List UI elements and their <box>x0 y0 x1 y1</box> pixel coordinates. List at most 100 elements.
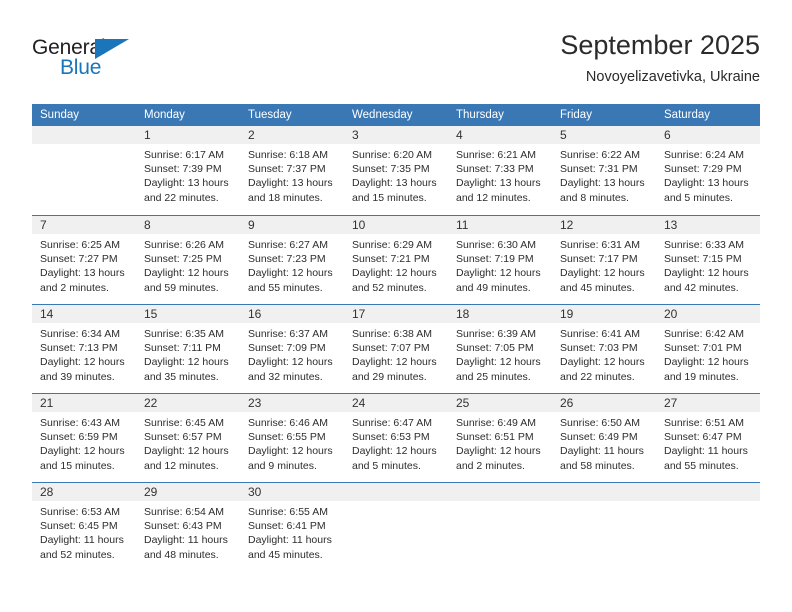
calendar-day-cell[interactable]: 15 Sunrise: 6:35 AM Sunset: 7:11 PM Dayligh… <box>136 305 240 393</box>
day-detail-line: Daylight: 12 hours <box>144 445 229 458</box>
day-detail-line: and 25 minutes. <box>456 370 531 383</box>
calendar-day-cell[interactable]: 8 Sunrise: 6:26 AM Sunset: 7:25 PM Daylight… <box>136 216 240 304</box>
calendar-day-cell[interactable]: 27 Sunrise: 6:51 AM Sunset: 6:47 PM Dayligh… <box>656 394 760 482</box>
calendar-day-cell[interactable]: 4 Sunrise: 6:21 AM Sunset: 7:33 PM Daylight… <box>448 126 552 215</box>
day-detail-line: Sunrise: 6:24 AM <box>664 149 744 161</box>
day-details: Sunrise: 6:18 AM Sunset: 7:37 PM Daylight:… <box>240 144 344 205</box>
day-number-band: 14 <box>32 305 136 323</box>
day-number-band: 24 <box>344 394 448 412</box>
calendar-day-cell[interactable]: 5 Sunrise: 6:22 AM Sunset: 7:31 PM Daylight… <box>552 126 656 215</box>
weekday-header-friday: Friday <box>560 109 592 121</box>
day-number: 16 <box>248 307 262 321</box>
day-detail-line: Sunset: 7:09 PM <box>248 342 326 355</box>
day-detail-line: Daylight: 12 hours <box>248 356 333 369</box>
day-detail-line: Daylight: 13 hours <box>352 177 437 190</box>
day-detail-line: Sunrise: 6:41 AM <box>560 328 640 340</box>
day-detail-line: Daylight: 13 hours <box>664 177 749 190</box>
calendar-day-cell[interactable]: 18 Sunrise: 6:39 AM Sunset: 7:05 PM Dayligh… <box>448 305 552 393</box>
day-number: 24 <box>352 396 366 410</box>
calendar-day-cell[interactable]: 10 Sunrise: 6:29 AM Sunset: 7:21 PM Dayligh… <box>344 216 448 304</box>
day-detail-line: Sunset: 6:41 PM <box>248 520 326 533</box>
calendar-day-cell[interactable]: 3 Sunrise: 6:20 AM Sunset: 7:35 PM Daylight… <box>344 126 448 215</box>
calendar-week-row: 28 Sunrise: 6:53 AM Sunset: 6:45 PM Dayligh… <box>32 482 760 571</box>
calendar-day-cell[interactable]: 7 Sunrise: 6:25 AM Sunset: 7:27 PM Daylight… <box>32 216 136 304</box>
day-detail-line: Sunrise: 6:54 AM <box>144 506 224 518</box>
calendar-day-cell[interactable]: 12 Sunrise: 6:31 AM Sunset: 7:17 PM Dayligh… <box>552 216 656 304</box>
calendar-day-cell[interactable]: 26 Sunrise: 6:50 AM Sunset: 6:49 PM Dayligh… <box>552 394 656 482</box>
day-details: Sunrise: 6:20 AM Sunset: 7:35 PM Daylight:… <box>344 144 448 205</box>
day-detail-line: Sunrise: 6:55 AM <box>248 506 328 518</box>
calendar-day-cell[interactable]: 1 Sunrise: 6:17 AM Sunset: 7:39 PM Daylight… <box>136 126 240 215</box>
day-detail-line: Sunrise: 6:39 AM <box>456 328 536 340</box>
calendar-day-cell[interactable]: 30 Sunrise: 6:55 AM Sunset: 6:41 PM Dayligh… <box>240 483 344 571</box>
day-details: Sunrise: 6:41 AM Sunset: 7:03 PM Daylight:… <box>552 323 656 384</box>
day-details: Sunrise: 6:35 AM Sunset: 7:11 PM Daylight:… <box>136 323 240 384</box>
day-detail-line: Sunset: 7:11 PM <box>144 342 221 355</box>
day-number-band: 18 <box>448 305 552 323</box>
day-number: 11 <box>456 218 469 232</box>
day-detail-line: and 48 minutes. <box>144 548 219 561</box>
calendar-day-cell[interactable]: 11 Sunrise: 6:30 AM Sunset: 7:19 PM Dayligh… <box>448 216 552 304</box>
day-number-band: 7 <box>32 216 136 234</box>
day-detail-line: Sunrise: 6:49 AM <box>456 417 536 429</box>
day-detail-line: and 49 minutes. <box>456 281 531 294</box>
day-detail-line: and 2 minutes. <box>40 281 109 294</box>
day-detail-line: Sunset: 7:39 PM <box>144 163 222 176</box>
day-detail-line: and 15 minutes. <box>352 191 427 204</box>
day-number: 5 <box>560 128 567 142</box>
day-detail-line: Sunrise: 6:53 AM <box>40 506 120 518</box>
calendar-day-cell[interactable]: 13 Sunrise: 6:33 AM Sunset: 7:15 PM Dayligh… <box>656 216 760 304</box>
calendar-day-cell[interactable]: 14 Sunrise: 6:34 AM Sunset: 7:13 PM Dayligh… <box>32 305 136 393</box>
title-block: September 2025 Novoyelizavetivka, Ukrain… <box>560 28 760 88</box>
calendar-day-cell[interactable]: 2 Sunrise: 6:18 AM Sunset: 7:37 PM Daylight… <box>240 126 344 215</box>
day-detail-line: Daylight: 13 hours <box>40 267 125 280</box>
day-detail-line: Daylight: 11 hours <box>40 534 124 547</box>
day-detail-line: Sunrise: 6:34 AM <box>40 328 120 340</box>
calendar-day-cell[interactable]: 28 Sunrise: 6:53 AM Sunset: 6:45 PM Dayligh… <box>32 483 136 571</box>
day-details: Sunrise: 6:25 AM Sunset: 7:27 PM Daylight:… <box>32 234 136 295</box>
general-blue-logo[interactable]: General Blue <box>32 36 162 84</box>
calendar-day-cell[interactable]: 20 Sunrise: 6:42 AM Sunset: 7:01 PM Dayligh… <box>656 305 760 393</box>
day-detail-line: Sunset: 6:51 PM <box>456 431 534 444</box>
day-detail-line: Daylight: 11 hours <box>144 534 228 547</box>
calendar-day-cell[interactable]: 22 Sunrise: 6:45 AM Sunset: 6:57 PM Dayligh… <box>136 394 240 482</box>
day-number: 15 <box>144 307 158 321</box>
calendar-day-cell[interactable]: 29 Sunrise: 6:54 AM Sunset: 6:43 PM Dayligh… <box>136 483 240 571</box>
day-number-band: 4 <box>448 126 552 144</box>
day-details: Sunrise: 6:45 AM Sunset: 6:57 PM Daylight:… <box>136 412 240 473</box>
day-detail-line: Sunrise: 6:35 AM <box>144 328 224 340</box>
day-detail-line: Sunset: 6:53 PM <box>352 431 430 444</box>
day-detail-line: and 52 minutes. <box>352 281 427 294</box>
day-detail-line: Sunset: 6:57 PM <box>144 431 222 444</box>
day-details: Sunrise: 6:29 AM Sunset: 7:21 PM Daylight:… <box>344 234 448 295</box>
day-detail-line: Daylight: 12 hours <box>456 267 541 280</box>
day-detail-line: Sunrise: 6:43 AM <box>40 417 120 429</box>
calendar-day-cell[interactable]: 6 Sunrise: 6:24 AM Sunset: 7:29 PM Daylight… <box>656 126 760 215</box>
weekday-header-monday: Monday <box>144 109 185 121</box>
calendar-day-cell[interactable]: 23 Sunrise: 6:46 AM Sunset: 6:55 PM Dayligh… <box>240 394 344 482</box>
day-number-band <box>32 126 136 144</box>
day-detail-line: Sunset: 6:43 PM <box>144 520 222 533</box>
day-detail-line: and 32 minutes. <box>248 370 323 383</box>
day-detail-line: Sunrise: 6:38 AM <box>352 328 432 340</box>
calendar-day-cell[interactable]: 25 Sunrise: 6:49 AM Sunset: 6:51 PM Dayligh… <box>448 394 552 482</box>
day-detail-line: and 55 minutes. <box>248 281 323 294</box>
calendar-day-cell[interactable]: 21 Sunrise: 6:43 AM Sunset: 6:59 PM Dayligh… <box>32 394 136 482</box>
calendar-day-cell[interactable]: 19 Sunrise: 6:41 AM Sunset: 7:03 PM Dayligh… <box>552 305 656 393</box>
day-number: 18 <box>456 307 470 321</box>
day-number-band: 1 <box>136 126 240 144</box>
calendar-day-cell[interactable]: 16 Sunrise: 6:37 AM Sunset: 7:09 PM Dayligh… <box>240 305 344 393</box>
day-detail-line: Daylight: 12 hours <box>664 356 749 369</box>
calendar-day-cell[interactable]: 24 Sunrise: 6:47 AM Sunset: 6:53 PM Dayligh… <box>344 394 448 482</box>
day-details: Sunrise: 6:43 AM Sunset: 6:59 PM Daylight:… <box>32 412 136 473</box>
day-detail-line: Sunrise: 6:17 AM <box>144 149 224 161</box>
day-detail-line: Sunset: 6:49 PM <box>560 431 638 444</box>
day-detail-line: Sunrise: 6:42 AM <box>664 328 744 340</box>
calendar-day-cell[interactable]: 17 Sunrise: 6:38 AM Sunset: 7:07 PM Dayligh… <box>344 305 448 393</box>
weekday-header-saturday: Saturday <box>664 109 711 121</box>
calendar-day-cell[interactable]: 9 Sunrise: 6:27 AM Sunset: 7:23 PM Daylight… <box>240 216 344 304</box>
day-number-band: 28 <box>32 483 136 501</box>
day-detail-line: Sunset: 6:59 PM <box>40 431 118 444</box>
day-detail-line: and 45 minutes. <box>560 281 635 294</box>
day-details: Sunrise: 6:46 AM Sunset: 6:55 PM Daylight:… <box>240 412 344 473</box>
